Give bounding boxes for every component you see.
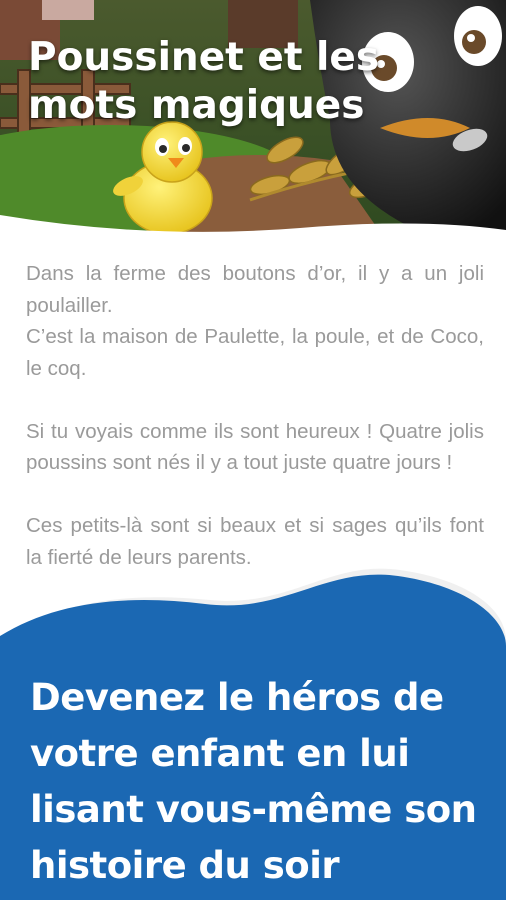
story-illustration: Poussinet et les mots magiques xyxy=(0,0,506,232)
story-paragraph: Si tu voyais comme ils sont heureux ! Qu… xyxy=(26,419,484,475)
story-text: Dans la ferme des boutons d’or, il y a u… xyxy=(26,258,484,605)
promo-headline: Devenez le héros de votre enfant en lui … xyxy=(30,676,477,887)
barn-detail xyxy=(42,0,94,20)
text-fade xyxy=(0,560,506,630)
story-paragraph: Dans la ferme des boutons d’or, il y a u… xyxy=(26,262,484,380)
story-title: Poussinet et les mots magiques xyxy=(28,35,380,128)
